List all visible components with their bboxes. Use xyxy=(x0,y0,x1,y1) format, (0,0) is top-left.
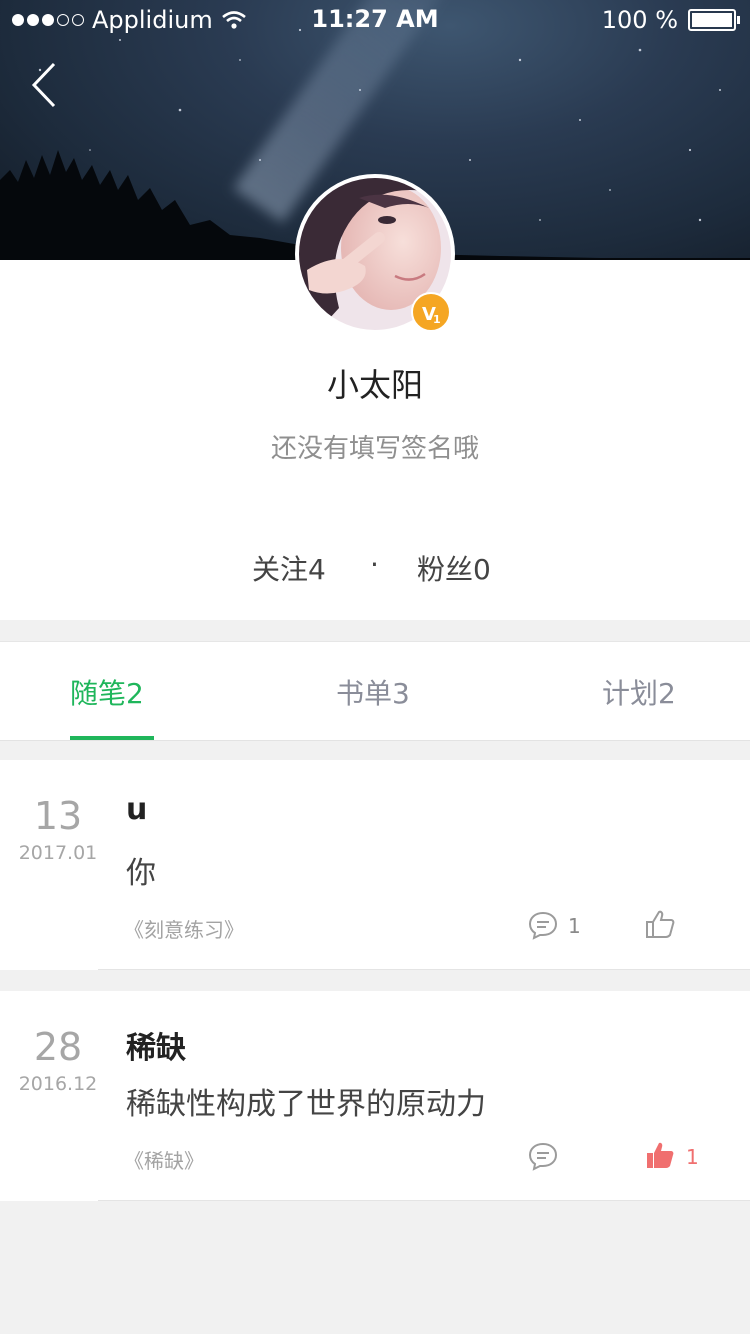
back-arrow-icon[interactable] xyxy=(30,62,60,108)
post-title: u xyxy=(126,792,148,827)
fans-count[interactable]: 粉丝0 xyxy=(417,548,491,588)
comment-icon[interactable] xyxy=(528,1141,558,1171)
following-count[interactable]: 关注4 xyxy=(252,548,326,588)
battery-percent: 100 % xyxy=(601,6,678,34)
post-title: 稀缺 xyxy=(126,1031,186,1066)
level-badge-icon: V 1 xyxy=(411,292,451,332)
user-name: 小太阳 xyxy=(326,366,423,404)
tab-booklists[interactable]: 书单3 xyxy=(336,672,410,712)
row-divider xyxy=(98,1200,750,1201)
like-count: 1 xyxy=(686,1145,699,1169)
post-day: 28 xyxy=(33,1025,83,1069)
content-tabs: 随笔2 书单3 计划2 xyxy=(0,641,750,741)
post-book[interactable]: 《刻意练习》 xyxy=(124,914,244,943)
post-body: 稀缺性构成了世界的原动力 xyxy=(126,1087,486,1122)
post-year-month: 2016.12 xyxy=(18,1073,98,1095)
tab-essays[interactable]: 随笔2 xyxy=(70,672,144,712)
post-book[interactable]: 《稀缺》 xyxy=(124,1145,204,1174)
comment-icon[interactable] xyxy=(528,910,558,940)
list-item[interactable]: 28 2016.12 稀缺 稀缺性构成了世界的原动力 《稀缺》 1 xyxy=(0,991,750,1201)
battery-icon xyxy=(688,9,740,31)
svg-text:1: 1 xyxy=(433,313,441,326)
user-signature: 还没有填写签名哦 xyxy=(270,434,479,464)
tab-plans[interactable]: 计划2 xyxy=(602,672,676,712)
comment-count: 1 xyxy=(568,914,581,938)
list-item[interactable]: 13 2017.01 u 你 《刻意练习》 1 xyxy=(0,760,750,970)
follow-stats: 关注4 · 粉丝0 xyxy=(0,548,750,588)
status-bar: Applidium 11:27 AM 100 % xyxy=(0,0,750,40)
stats-separator: · xyxy=(370,548,379,581)
liked-thumb-icon[interactable] xyxy=(644,1139,676,1171)
post-day: 13 xyxy=(33,794,83,838)
post-body: 你 xyxy=(126,856,156,891)
active-tab-indicator xyxy=(70,736,154,740)
post-year-month: 2017.01 xyxy=(18,842,98,864)
row-divider xyxy=(98,969,750,970)
like-icon[interactable] xyxy=(644,908,676,940)
